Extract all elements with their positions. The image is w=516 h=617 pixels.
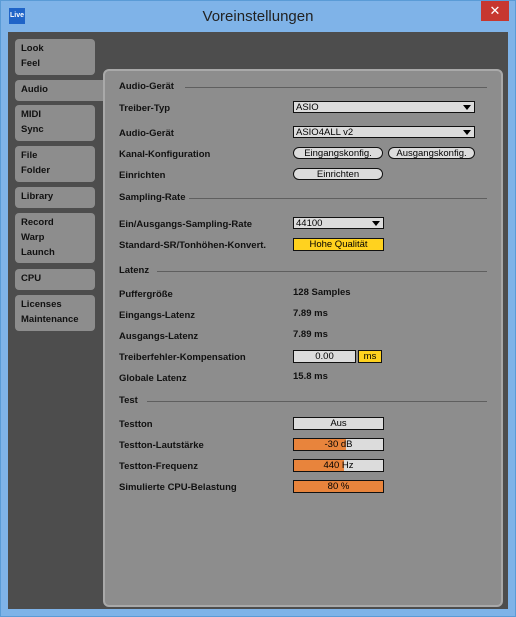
audio-device-label: Audio-Gerät	[119, 128, 174, 139]
section-divider	[185, 87, 487, 88]
tab-cpu[interactable]: CPU	[15, 269, 95, 290]
preferences-window: Live Voreinstellungen ✕ Look Feel Audio …	[0, 0, 516, 617]
output-config-button[interactable]: Ausgangskonfig.	[388, 147, 475, 159]
tab-label: CPU	[21, 273, 42, 284]
tab-label: Library	[21, 191, 54, 202]
test-tone-freq-slider[interactable]: 440 Hz	[293, 459, 384, 472]
tab-file-folder[interactable]: File Folder	[15, 146, 95, 182]
audio-device-value: ASIO4ALL v2	[296, 127, 354, 138]
output-latency-value: 7.89 ms	[293, 329, 328, 340]
tab-library[interactable]: Library	[15, 187, 95, 208]
section-title-sampling: Sampling-Rate	[119, 192, 186, 203]
section-divider	[189, 198, 487, 199]
driver-error-comp-value: 0.00	[315, 351, 334, 362]
tab-record-warp-launch[interactable]: Record Warp Launch	[15, 213, 95, 263]
setup-button[interactable]: Einrichten	[293, 168, 383, 180]
tab-audio[interactable]: Audio	[15, 80, 109, 101]
chevron-down-icon	[372, 221, 380, 226]
overall-latency-value: 15.8 ms	[293, 371, 328, 382]
tab-look-feel[interactable]: Look Feel	[15, 39, 95, 75]
window-title: Voreinstellungen	[202, 8, 314, 25]
tab-label: Sync	[21, 124, 44, 135]
sampling-rate-value: 44100	[296, 218, 323, 229]
sr-conversion-toggle[interactable]: Hohe Qualität	[293, 238, 384, 251]
section-divider	[157, 271, 487, 272]
section-divider	[147, 401, 487, 402]
tab-label: Warp	[21, 232, 45, 243]
chevron-down-icon	[463, 130, 471, 135]
driver-type-label: Treiber-Typ	[119, 103, 171, 114]
audio-device-dropdown[interactable]: ASIO4ALL v2	[293, 126, 475, 138]
ms-unit-label: ms	[363, 351, 377, 362]
test-tone-value: Aus	[330, 418, 347, 429]
test-tone-volume-slider[interactable]: -30 dB	[293, 438, 384, 451]
tab-label: Folder	[21, 165, 51, 176]
tab-label: Audio	[21, 84, 48, 95]
tab-label: Feel	[21, 58, 41, 69]
input-config-button[interactable]: Eingangskonfig.	[293, 147, 383, 159]
buffer-size-value: 128 Samples	[293, 287, 351, 298]
test-tone-freq-label: Testton-Frequenz	[119, 461, 198, 472]
overall-latency-label: Globale Latenz	[119, 373, 187, 384]
test-tone-toggle[interactable]: Aus	[293, 417, 384, 430]
buffer-size-label: Puffergröße	[119, 289, 173, 300]
audio-settings-panel: Audio-Gerät Treiber-Typ ASIO Audio-Gerät…	[103, 69, 503, 607]
tab-label: Look	[21, 43, 44, 54]
tab-midi-sync[interactable]: MIDI Sync	[15, 105, 95, 141]
chevron-down-icon	[463, 105, 471, 110]
tab-label: Launch	[21, 247, 55, 258]
simulated-cpu-value: 80 %	[327, 481, 350, 492]
test-tone-volume-label: Testton-Lautstärke	[119, 440, 204, 451]
sr-conversion-label: Standard-SR/Tonhöhen-Konvert.	[119, 240, 267, 251]
test-tone-freq-value: 440 Hz	[323, 460, 354, 471]
sr-conversion-value: Hohe Qualität	[309, 239, 368, 250]
tab-licenses-maintenance[interactable]: Licenses Maintenance	[15, 295, 95, 331]
test-tone-label: Testton	[119, 419, 153, 430]
driver-error-comp-label: Treiberfehler-Kompensation	[119, 352, 246, 363]
sampling-rate-label: Ein/Ausgangs-Sampling-Rate	[119, 219, 253, 230]
driver-error-comp-field[interactable]: 0.00	[293, 350, 356, 363]
tab-label: Record	[21, 217, 54, 228]
close-button[interactable]: ✕	[481, 1, 509, 21]
test-tone-volume-value: -30 dB	[324, 439, 353, 450]
tab-label: File	[21, 150, 38, 161]
section-title-latency: Latenz	[119, 265, 150, 276]
tab-label: Maintenance	[21, 314, 79, 325]
input-latency-label: Eingangs-Latenz	[119, 310, 196, 321]
tab-label: MIDI	[21, 109, 42, 120]
preferences-sidebar: Look Feel Audio MIDI Sync File Folder Li…	[8, 32, 109, 609]
input-latency-value: 7.89 ms	[293, 308, 328, 319]
sampling-rate-dropdown[interactable]: 44100	[293, 217, 384, 229]
section-title-audio-device: Audio-Gerät	[119, 81, 174, 92]
simulated-cpu-slider[interactable]: 80 %	[293, 480, 384, 493]
setup-label: Einrichten	[119, 170, 166, 181]
driver-type-value: ASIO	[296, 102, 319, 113]
title-bar[interactable]: Live Voreinstellungen ✕	[1, 1, 515, 32]
section-title-test: Test	[119, 395, 138, 406]
output-latency-label: Ausgangs-Latenz	[119, 331, 199, 342]
channel-config-label: Kanal-Konfiguration	[119, 149, 211, 160]
simulated-cpu-label: Simulierte CPU-Belastung	[119, 482, 237, 493]
driver-type-dropdown[interactable]: ASIO	[293, 101, 475, 113]
client-area: Look Feel Audio MIDI Sync File Folder Li…	[8, 32, 508, 609]
tab-label: Licenses	[21, 299, 62, 310]
ms-unit-toggle[interactable]: ms	[358, 350, 382, 363]
